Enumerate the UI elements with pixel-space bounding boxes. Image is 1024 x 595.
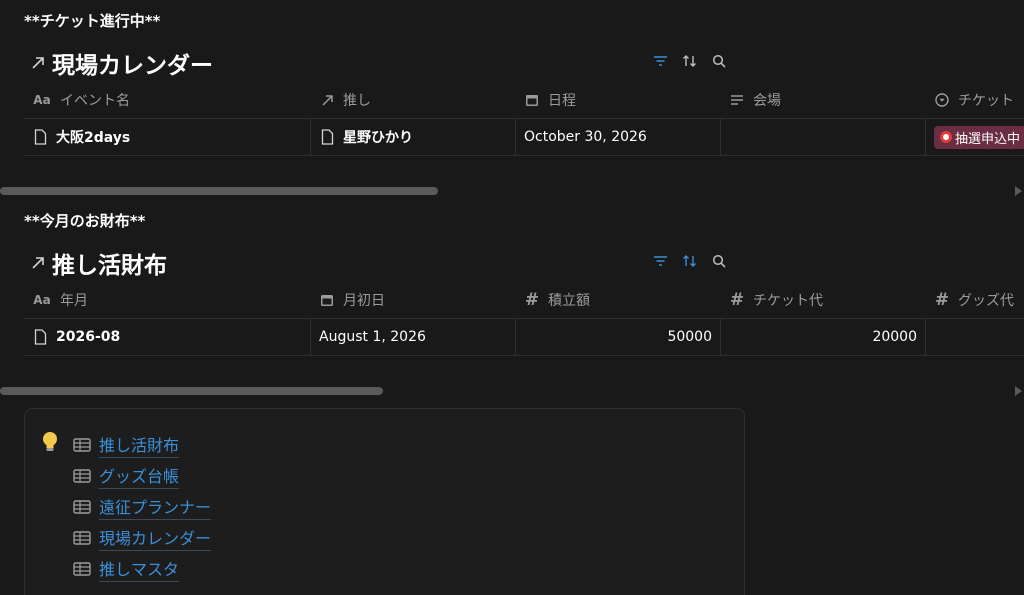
column-header-venue[interactable]: 会場 [721, 82, 926, 118]
database-link-list: 推し活財布 グッズ台帳 遠征プランナー 現場カレンダー 推しマスタ [73, 429, 212, 584]
table-row[interactable]: 大阪2days 星野ひかり October 30, 2026 抽選申込中 [24, 119, 1024, 156]
table-header-row: Aa イベント名 推し 日程 会場 チケット [24, 82, 1024, 119]
savings-cell[interactable]: 50000 [516, 319, 721, 355]
sort-icon[interactable] [681, 252, 698, 269]
venue-cell[interactable] [721, 119, 926, 155]
table-icon [73, 530, 91, 545]
column-header-oshi[interactable]: 推し [311, 82, 516, 118]
column-header-month[interactable]: Aa 年月 [24, 282, 311, 318]
column-header-event[interactable]: Aa イベント名 [24, 82, 311, 118]
table-icon [73, 437, 91, 452]
table-icon [73, 561, 91, 576]
database-title-text: 現場カレンダー [52, 53, 213, 79]
arrow-up-right-icon [32, 257, 44, 269]
sort-icon[interactable] [681, 52, 698, 69]
target-icon [940, 131, 952, 143]
search-icon[interactable] [710, 52, 727, 69]
calendar-icon [524, 92, 540, 108]
lightbulb-icon [43, 432, 57, 451]
database-title-calendar[interactable]: 現場カレンダー [30, 46, 213, 80]
page-icon [319, 129, 335, 145]
database-toolbar [652, 252, 727, 269]
column-header-ticket-cost[interactable]: # チケット代 [721, 282, 926, 318]
page-icon [32, 129, 48, 145]
page-icon [32, 329, 48, 345]
status-tag: 抽選申込中 [934, 125, 1024, 149]
section-heading-wallet: **今月のお財布** [24, 212, 146, 230]
first-day-cell[interactable]: August 1, 2026 [311, 319, 516, 355]
link-text[interactable]: 現場カレンダー [99, 525, 212, 551]
filter-icon[interactable] [652, 52, 669, 69]
horizontal-scrollbar[interactable] [0, 387, 383, 395]
title-property-icon: Aa [33, 93, 51, 107]
calendar-icon [319, 292, 335, 308]
table-icon [73, 499, 91, 514]
number-hash-icon: # [524, 290, 540, 310]
number-hash-icon: # [934, 290, 950, 310]
date-cell[interactable]: October 30, 2026 [516, 119, 721, 155]
ticket-cost-cell[interactable]: 20000 [721, 319, 926, 355]
column-header-ticket[interactable]: チケット [926, 82, 1024, 118]
event-cell[interactable]: 大阪2days [24, 119, 311, 155]
link-text[interactable]: グッズ台帳 [99, 463, 180, 489]
link-item[interactable]: グッズ台帳 [73, 460, 211, 491]
goods-cost-cell[interactable] [926, 319, 1024, 355]
database-title-wallet[interactable]: 推し活財布 [30, 246, 167, 280]
link-text[interactable]: 推し活財布 [99, 432, 180, 458]
database-title-text: 推し活財布 [52, 253, 167, 279]
column-header-first-day[interactable]: 月初日 [311, 282, 516, 318]
arrow-up-right-icon [32, 57, 44, 69]
link-item[interactable]: 推し活財布 [73, 429, 211, 460]
callout-block: 推し活財布 グッズ台帳 遠征プランナー 現場カレンダー 推しマスタ [24, 408, 745, 595]
table-header-row: Aa 年月 月初日 # 積立額 # チケット代 # グッズ代 [24, 282, 1024, 319]
table-row[interactable]: 2026-08 August 1, 2026 50000 20000 [24, 319, 1024, 356]
oshi-cell[interactable]: 星野ひかり [311, 119, 516, 155]
wallet-table: Aa 年月 月初日 # 積立額 # チケット代 # グッズ代 2026-08 A… [24, 282, 1024, 356]
title-property-icon: Aa [33, 293, 51, 307]
scroll-right-arrow-icon[interactable] [1015, 186, 1022, 196]
calendar-table: Aa イベント名 推し 日程 会場 チケット 大阪2days 星野ひかり Oct… [24, 82, 1024, 156]
ticket-cell[interactable]: 抽選申込中 [926, 119, 1024, 155]
text-lines-icon [729, 92, 745, 108]
month-cell[interactable]: 2026-08 [24, 319, 311, 355]
section-heading-tickets: **チケット進行中** [24, 12, 161, 30]
scroll-right-arrow-icon[interactable] [1015, 386, 1022, 396]
table-icon [73, 468, 91, 483]
link-item[interactable]: 遠征プランナー [73, 491, 212, 522]
link-text[interactable]: 遠征プランナー [99, 494, 212, 520]
column-header-savings[interactable]: # 積立額 [516, 282, 721, 318]
column-header-goods-cost[interactable]: # グッズ代 [926, 282, 1024, 318]
status-chevron-icon [934, 92, 950, 108]
database-toolbar [652, 52, 727, 69]
column-header-date[interactable]: 日程 [516, 82, 721, 118]
horizontal-scrollbar[interactable] [0, 187, 438, 195]
number-hash-icon: # [729, 290, 745, 310]
relation-arrow-icon [319, 92, 335, 108]
filter-icon[interactable] [652, 252, 669, 269]
link-text[interactable]: 推しマスタ [99, 556, 180, 582]
link-item[interactable]: 現場カレンダー [73, 522, 212, 553]
search-icon[interactable] [710, 252, 727, 269]
link-item[interactable]: 推しマスタ [73, 553, 211, 584]
